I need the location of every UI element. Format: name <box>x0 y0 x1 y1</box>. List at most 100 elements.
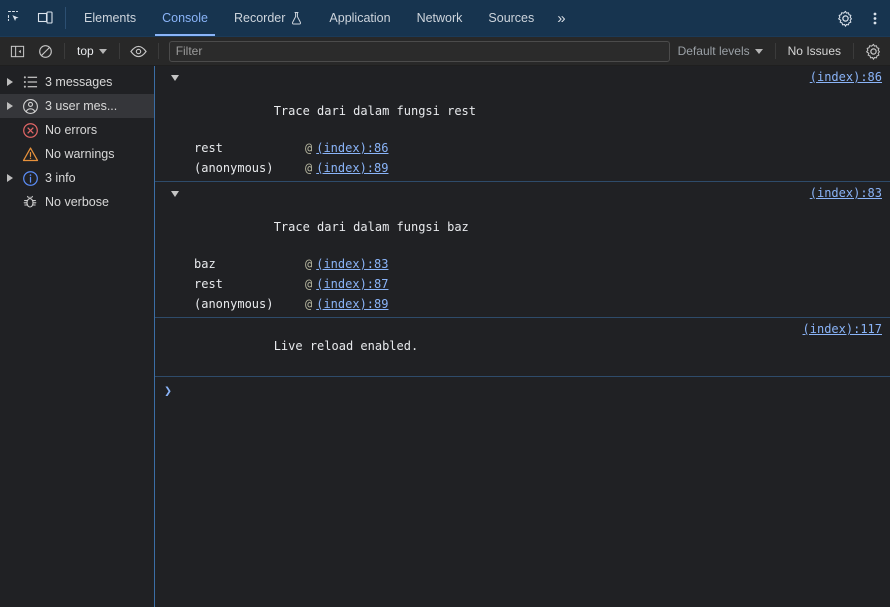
console-message-trace[interactable]: Trace dari dalam fungsi baz (index):83 b… <box>155 182 890 318</box>
bug-icon <box>18 194 42 210</box>
log-levels-selector[interactable]: Default levels <box>672 44 769 58</box>
console-message-header[interactable]: Trace dari dalam fungsi rest (index):86 <box>155 68 890 138</box>
stack-frame-row: rest @ (index):86 <box>155 138 890 158</box>
stack-frame-function: rest <box>194 277 223 291</box>
console-message-text: Live reload enabled. <box>273 339 419 353</box>
log-levels-label: Default levels <box>677 44 750 58</box>
sidebar-item-errors[interactable]: No errors <box>0 118 154 142</box>
live-expression-icon[interactable] <box>126 39 152 63</box>
flask-icon <box>290 11 303 25</box>
tab-label: Network <box>416 11 463 25</box>
issues-counter[interactable]: No Issues <box>782 44 847 58</box>
more-tabs-icon: » <box>557 9 566 27</box>
console-message-trace[interactable]: Trace dari dalam fungsi rest (index):86 … <box>155 66 890 182</box>
console-message-source-link[interactable]: (index):86 <box>800 69 882 86</box>
console-message-header[interactable]: Trace dari dalam fungsi baz (index):83 <box>155 184 890 254</box>
expand-arrow-icon[interactable] <box>2 174 18 182</box>
stack-frame-row: (anonymous) @ (index):89 <box>155 294 890 314</box>
filter-input[interactable] <box>168 40 670 62</box>
console-message-source-link[interactable]: (index):83 <box>800 185 882 202</box>
stack-frame-row: baz @ (index):83 <box>155 254 890 274</box>
toolbar-divider-5 <box>853 43 854 59</box>
stack-frame-link[interactable]: (index):86 <box>316 139 388 157</box>
tab-label: Console <box>162 11 208 25</box>
tabbar-right-group <box>819 0 890 36</box>
devtools-tabbar: Elements Console Recorder Application Ne… <box>0 0 890 37</box>
console-toolbar: top Default levels No Issues <box>0 37 890 66</box>
console-prompt[interactable]: ❯ <box>155 377 890 405</box>
info-circle-icon <box>18 170 42 187</box>
issues-label: No Issues <box>787 44 841 58</box>
tab-label: Recorder <box>233 11 286 25</box>
user-circle-icon <box>18 98 42 115</box>
console-message-text: Trace dari dalam fungsi baz <box>273 220 469 234</box>
tab-console[interactable]: Console <box>149 0 221 36</box>
sidebar-item-user-messages[interactable]: 3 user mes... <box>0 94 154 118</box>
console-message-log[interactable]: Live reload enabled. (index):117 <box>155 318 890 377</box>
toolbar-divider-4 <box>774 43 776 59</box>
stack-frame-row: rest @ (index):87 <box>155 274 890 294</box>
execution-context-selector[interactable]: top <box>71 41 113 61</box>
stack-frame-at: @ <box>305 257 313 271</box>
device-toolbar-icon[interactable] <box>30 0 60 36</box>
stack-frame-link[interactable]: (index):87 <box>316 275 388 293</box>
stack-frame-link[interactable]: (index):89 <box>316 159 388 177</box>
sidebar-item-label: 3 messages <box>45 75 113 89</box>
list-icon <box>18 75 42 89</box>
stack-frame-at: @ <box>305 141 313 155</box>
more-tabs-button[interactable]: » <box>547 0 575 36</box>
sidebar-item-label: 3 user mes... <box>45 99 118 113</box>
sidebar-item-info[interactable]: 3 info <box>0 166 154 190</box>
console-message-list: Trace dari dalam fungsi rest (index):86 … <box>155 66 890 607</box>
console-body: 3 messages 3 user mes... No errors No wa… <box>0 66 890 607</box>
console-message-text-wrapper: Live reload enabled. <box>155 321 793 372</box>
console-message-text: Trace dari dalam fungsi rest <box>273 104 476 118</box>
kebab-menu-icon[interactable] <box>860 10 890 27</box>
stack-frame-row: (anonymous) @ (index):89 <box>155 158 890 178</box>
tab-elements[interactable]: Elements <box>71 0 149 36</box>
stack-frame-at: @ <box>305 277 313 291</box>
clear-console-icon[interactable] <box>32 39 58 63</box>
chevron-down-icon <box>754 48 763 54</box>
console-sidebar: 3 messages 3 user mes... No errors No wa… <box>0 66 154 607</box>
console-message-header[interactable]: Live reload enabled. (index):117 <box>155 320 890 373</box>
console-message-text-wrapper: Trace dari dalam fungsi baz <box>155 185 800 253</box>
sidebar-item-label: No errors <box>45 123 98 137</box>
tab-application[interactable]: Application <box>316 0 403 36</box>
sidebar-item-messages[interactable]: 3 messages <box>0 70 154 94</box>
expand-arrow-icon[interactable] <box>2 78 18 86</box>
console-message-text-wrapper: Trace dari dalam fungsi rest <box>155 69 800 137</box>
group-expand-arrow-icon[interactable] <box>171 191 179 197</box>
stack-frame-function: (anonymous) <box>194 161 274 175</box>
stack-frame-function: (anonymous) <box>194 297 274 311</box>
tabbar-divider <box>65 7 66 29</box>
show-console-sidebar-icon[interactable] <box>4 39 30 63</box>
sidebar-item-verbose[interactable]: No verbose <box>0 190 154 214</box>
tab-label: Elements <box>84 11 137 25</box>
console-message-source-link[interactable]: (index):117 <box>793 321 882 338</box>
expand-arrow-icon[interactable] <box>2 102 18 110</box>
tab-list: Elements Console Recorder Application Ne… <box>71 0 576 36</box>
tab-sources[interactable]: Sources <box>475 0 547 36</box>
group-expand-arrow-icon[interactable] <box>171 75 179 81</box>
stack-frame-link[interactable]: (index):83 <box>316 255 388 273</box>
sidebar-item-label: No warnings <box>45 147 115 161</box>
inspect-element-icon[interactable] <box>0 0 30 36</box>
error-circle-icon <box>18 122 42 139</box>
console-settings-gear-icon[interactable] <box>860 39 886 63</box>
toolbar-divider-1 <box>64 43 65 59</box>
sidebar-item-warnings[interactable]: No warnings <box>0 142 154 166</box>
tab-network[interactable]: Network <box>404 0 476 36</box>
stack-frame-function: baz <box>194 257 216 271</box>
chevron-down-icon <box>98 48 107 54</box>
tab-recorder[interactable]: Recorder <box>221 0 316 36</box>
gear-icon[interactable] <box>830 10 860 27</box>
stack-frame-function: rest <box>194 141 223 155</box>
stack-frame-at: @ <box>305 161 313 175</box>
stack-frame-link[interactable]: (index):89 <box>316 295 388 313</box>
warning-triangle-icon <box>18 146 42 163</box>
tab-label: Application <box>329 11 391 25</box>
sidebar-item-label: No verbose <box>45 195 109 209</box>
sidebar-item-label: 3 info <box>45 171 76 185</box>
tab-label: Sources <box>488 11 535 25</box>
